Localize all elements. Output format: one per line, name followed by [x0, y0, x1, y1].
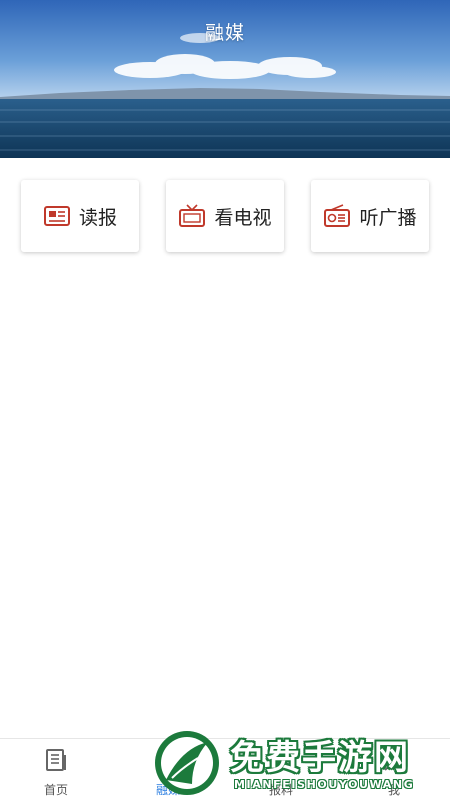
media-cards: 读报 看电视 听广播: [0, 180, 450, 252]
watermark-subtext: MIANFEISHOUYOUWANG: [234, 778, 415, 791]
card-label: 看电视: [214, 206, 272, 229]
tv-icon: [179, 204, 206, 227]
card-label: 读报: [78, 206, 117, 229]
watch-tv-card[interactable]: 看电视: [166, 180, 284, 252]
newspaper-icon: [43, 206, 70, 226]
tab-home[interactable]: 首页: [0, 739, 112, 800]
header-banner: 融媒: [0, 0, 450, 158]
radio-icon: [324, 204, 351, 227]
document-icon: [46, 749, 66, 771]
page-title: 融媒: [204, 22, 245, 44]
read-newspaper-card[interactable]: 读报: [21, 180, 139, 252]
listen-radio-card[interactable]: 听广播: [311, 180, 429, 252]
card-label: 听广播: [359, 206, 417, 229]
watermark-logo-icon: [155, 731, 219, 795]
watermark: 免费手游网 MIANFEISHOUYOUWANG: [152, 728, 450, 800]
tab-label: 首页: [43, 783, 68, 797]
watermark-text: 免费手游网: [230, 738, 410, 778]
